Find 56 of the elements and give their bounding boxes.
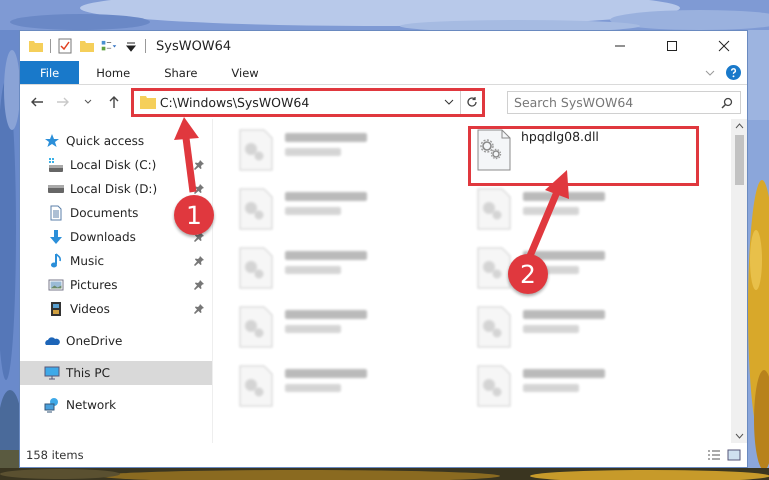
nav-item[interactable]: Quick access xyxy=(44,129,144,153)
pin-icon[interactable] xyxy=(194,304,204,314)
pin-icon[interactable] xyxy=(194,184,204,194)
scrollbar[interactable] xyxy=(731,119,747,443)
picture-icon xyxy=(48,277,64,293)
file-name: hpqdlg08.dll xyxy=(521,129,599,144)
refresh-icon xyxy=(466,96,478,108)
ribbon-tab[interactable]: Share xyxy=(147,61,214,84)
maximize-icon xyxy=(666,40,678,52)
ribbon-tab[interactable]: View xyxy=(214,61,276,84)
ribbon-tab[interactable]: Home xyxy=(79,61,148,84)
scroll-up-icon[interactable] xyxy=(734,123,744,129)
chevron-down-icon[interactable] xyxy=(444,97,454,107)
nav-item[interactable]: Local Disk (D:) xyxy=(48,177,158,201)
pin-icon[interactable] xyxy=(194,256,204,266)
scroll-down-icon[interactable] xyxy=(734,433,744,439)
back-arrow-icon xyxy=(30,95,44,109)
details-view-icon[interactable] xyxy=(707,449,721,461)
forward-arrow-icon xyxy=(56,95,70,109)
nav-item[interactable]: Network xyxy=(44,393,116,417)
help-icon[interactable] xyxy=(726,65,741,80)
drive-icon xyxy=(48,157,64,173)
nav-item[interactable]: This PC xyxy=(20,361,212,385)
window-title: SysWOW64 xyxy=(156,38,232,54)
nav-item[interactable]: Documents xyxy=(48,201,138,225)
gear-file-icon xyxy=(477,129,511,171)
up-arrow-icon xyxy=(106,95,121,109)
search-icon[interactable] xyxy=(721,96,734,108)
checklist-icon[interactable] xyxy=(57,38,73,54)
nav-item[interactable]: OneDrive xyxy=(44,329,122,353)
pin-icon[interactable] xyxy=(194,160,204,170)
network-icon xyxy=(44,397,60,413)
download-icon xyxy=(48,229,64,245)
drive-icon xyxy=(48,185,64,193)
nav-item[interactable]: Pictures xyxy=(48,273,118,297)
nav-item[interactable]: Downloads xyxy=(48,225,136,249)
monitor-icon xyxy=(44,365,60,381)
search-field[interactable]: Search SysWOW64 xyxy=(507,90,742,114)
nav-item[interactable]: Videos xyxy=(48,297,110,321)
thumbnail-view-icon[interactable] xyxy=(727,449,741,461)
music-note-icon xyxy=(48,253,64,269)
address-bar[interactable]: C:\Windows\SysWOW64 xyxy=(132,90,484,114)
item-count: 158 items xyxy=(26,448,84,462)
folder-icon xyxy=(140,95,156,109)
document-icon xyxy=(48,205,64,221)
file-item[interactable]: hpqdlg08.dll xyxy=(469,127,698,185)
star-icon xyxy=(44,133,60,149)
ribbon-tab[interactable]: File xyxy=(20,61,80,84)
nav-item[interactable]: Local Disk (C:) xyxy=(48,153,156,177)
chevron-down-icon xyxy=(84,98,92,106)
nav-item[interactable]: Music xyxy=(48,249,104,273)
address-path: C:\Windows\SysWOW64 xyxy=(160,94,310,110)
pin-icon[interactable] xyxy=(194,280,204,290)
film-icon xyxy=(48,301,64,317)
close-icon xyxy=(718,40,730,52)
scroll-thumb[interactable] xyxy=(734,135,744,185)
